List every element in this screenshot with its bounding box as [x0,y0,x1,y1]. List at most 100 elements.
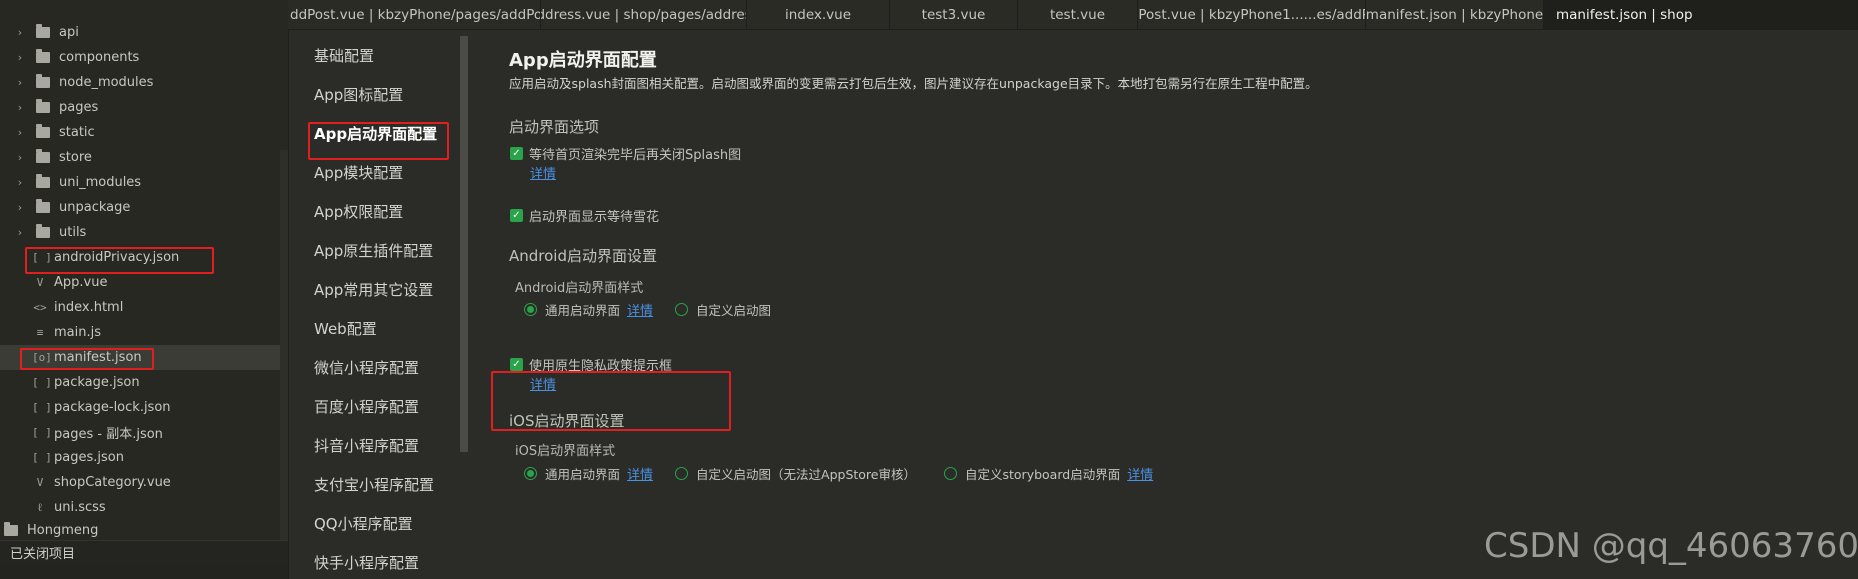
chevron-right-icon[interactable]: › [12,151,28,164]
wait-render-detail-link[interactable]: 详情 [530,163,556,182]
nav-app-other-settings[interactable]: App常用其它设置 [314,279,433,300]
tree-file-manifest-json[interactable]: [o] manifest.json [0,345,280,370]
chevron-right-icon[interactable]: › [12,126,28,139]
tree-folder-unpackage[interactable]: › unpackage [0,195,280,220]
tree-file-package-lock-json[interactable]: [ ] package-lock.json [0,395,280,420]
tree-item-label: pages [59,100,99,115]
nav-basic-config[interactable]: 基础配置 [314,45,374,66]
folder-icon [36,199,50,213]
tree-file-pages-copy-json[interactable]: [ ] pages - 副本.json [0,420,280,445]
wait-render-checkbox-row[interactable]: ✓ 等待首页渲染完毕后再关闭Splash图 [510,144,741,163]
tree-folder-static[interactable]: › static [0,120,280,145]
tree-file-package-json[interactable]: [ ] package.json [0,370,280,395]
json-file-icon: [ ] [32,451,52,464]
explorer-scrollbar[interactable] [280,150,288,540]
vue-file-icon: V [36,276,44,289]
tree-folder-components[interactable]: › components [0,45,280,70]
json-file-icon: [ ] [32,401,52,414]
radio-unselected-icon[interactable] [675,303,689,316]
chevron-right-icon[interactable]: › [12,26,28,39]
tab-manifest-kbzyphone[interactable]: manifest.json | kbzyPhone [1366,0,1544,29]
folder-icon [36,124,50,138]
tree-item-label: store [59,150,92,165]
tree-item-label: uni.scss [54,500,106,515]
tree-item-label: unpackage [59,200,131,215]
nav-alipay-miniprogram-config[interactable]: 支付宝小程序配置 [314,474,434,495]
android-default-detail-link[interactable]: 详情 [627,300,653,319]
folder-icon [36,24,50,38]
tree-folder-uni-modules[interactable]: › uni_modules [0,170,280,195]
nav-qq-miniprogram-config[interactable]: QQ小程序配置 [314,513,413,534]
folder-icon [36,49,50,63]
snowflake-checkbox-row[interactable]: ✓ 启动界面显示等待雪花 [510,206,659,225]
tree-folder-api[interactable]: › api [0,20,280,45]
tab-test-vue[interactable]: test.vue [1018,0,1138,29]
nav-app-icon-config[interactable]: App图标配置 [314,84,403,105]
tree-folder-hongmeng[interactable]: Hongmeng [0,520,276,540]
tab-test3-vue[interactable]: test3.vue [890,0,1018,29]
tree-file-uni-scss[interactable]: ℓ uni.scss [0,495,280,520]
chevron-right-icon[interactable]: › [12,201,28,214]
radio-label[interactable]: 通用启动界面 [545,464,620,483]
tree-item-label: components [59,50,140,65]
explorer-toolbar [0,564,288,579]
nav-kuaishou-miniprogram-config[interactable]: 快手小程序配置 [314,552,419,573]
checkbox-checked-icon[interactable]: ✓ [510,147,523,160]
tree-folder-store[interactable]: › store [0,145,280,170]
android-style-label: Android启动界面样式 [515,281,644,296]
page-description: 应用启动及splash封面图相关配置。启动图或界面的变更需云打包后生效，图片建议… [509,76,1318,91]
tab-addpost-kbzyphone[interactable]: ddPost.vue | kbzyPhone/pages/addPost [288,0,541,29]
config-nav-scrollbar[interactable] [460,36,468,452]
radio-label[interactable]: 通用启动界面 [545,300,620,319]
nav-app-splash-config[interactable]: App启动界面配置 [314,123,437,144]
tree-item-label: pages - 副本.json [54,427,163,442]
checkbox-checked-icon[interactable]: ✓ [510,209,523,222]
radio-selected-icon[interactable] [524,467,537,480]
tree-file-pages-json[interactable]: [ ] pages.json [0,445,280,470]
radio-label[interactable]: 自定义storyboard启动界面 [965,464,1120,483]
privacy-checkbox-row[interactable]: ✓ 使用原生隐私政策提示框 [510,355,672,374]
nav-app-native-plugin-config[interactable]: App原生插件配置 [314,240,433,261]
ios-style-radio-group: 通用启动界面 详情 自定义启动图（无法过AppStore审核） 自定义story… [524,464,1175,483]
ios-storyboard-detail-link[interactable]: 详情 [1127,464,1153,483]
chevron-right-icon[interactable]: › [12,51,28,64]
nav-web-config[interactable]: Web配置 [314,318,377,339]
tree-folder-utils[interactable]: › utils [0,220,280,245]
tree-file-app-vue[interactable]: V App.vue [0,270,280,295]
radio-label[interactable]: 自定义启动图 [696,300,771,319]
tree-file-main-js[interactable]: ≡ main.js [0,320,280,345]
radio-label[interactable]: 自定义启动图（无法过AppStore审核） [696,464,916,483]
nav-app-permission-config[interactable]: App权限配置 [314,201,403,222]
chevron-right-icon[interactable]: › [12,176,28,189]
tab-address-shop[interactable]: address.vue | shop/pages/address [541,0,747,29]
ios-default-detail-link[interactable]: 详情 [627,464,653,483]
chevron-right-icon[interactable]: › [12,101,28,114]
tree-file-index-html[interactable]: <> index.html [0,295,280,320]
tab-addpost-kbzyphone1[interactable]: addPost.vue | kbzyPhone1......es/addPost [1138,0,1366,29]
radio-selected-icon[interactable] [524,303,537,316]
nav-baidu-miniprogram-config[interactable]: 百度小程序配置 [314,396,419,417]
checkbox-checked-icon[interactable]: ✓ [510,358,523,371]
folder-icon [36,149,50,163]
nav-app-module-config[interactable]: App模块配置 [314,162,403,183]
folder-icon [4,521,18,536]
nav-douyin-miniprogram-config[interactable]: 抖音小程序配置 [314,435,419,456]
json-file-icon: [ ] [32,376,52,389]
radio-unselected-icon[interactable] [944,467,957,480]
tree-item-label: uni_modules [59,175,142,190]
android-style-radio-group: 通用启动界面 详情 自定义启动图 [524,300,771,319]
nav-wechat-miniprogram-config[interactable]: 微信小程序配置 [314,357,419,378]
privacy-detail-link[interactable]: 详情 [530,374,556,393]
chevron-right-icon[interactable]: › [12,76,28,89]
tree-folder-node-modules[interactable]: › node_modules [0,70,280,95]
closed-projects-bar[interactable]: 已关闭项目 [0,540,288,564]
tab-index-vue[interactable]: index.vue [747,0,890,29]
tree-folder-pages[interactable]: › pages [0,95,280,120]
tree-file-shop-category-vue[interactable]: V shopCategory.vue [0,470,280,495]
folder-icon [36,224,50,238]
radio-unselected-icon[interactable] [675,467,689,480]
tree-file-android-privacy-json[interactable]: [ ] androidPrivacy.json [0,245,280,270]
tree-item-label: androidPrivacy.json [54,250,180,265]
tab-manifest-shop[interactable]: manifest.json | shop [1544,0,1858,29]
chevron-right-icon[interactable]: › [12,226,28,239]
